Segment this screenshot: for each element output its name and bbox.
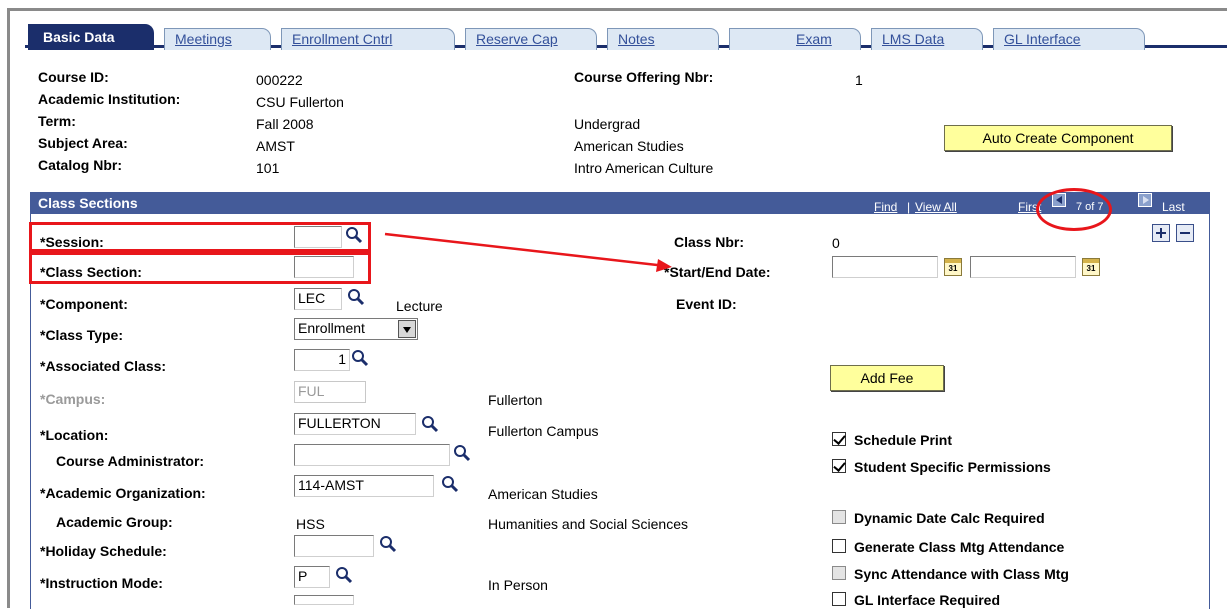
catalog-desc: Intro American Culture	[574, 160, 714, 176]
tab-reserve-cap[interactable]: Reserve Cap	[465, 28, 597, 50]
class-type-label: *Class Type:	[40, 327, 123, 343]
tab-bar: Basic Data Meetings Enrollment Cntrl Res…	[25, 24, 1227, 50]
component-desc: Lecture	[396, 298, 443, 314]
dynamic-date-calc-label: Dynamic Date Calc Required	[854, 510, 1045, 526]
student-specific-permissions-checkbox[interactable]	[832, 459, 846, 473]
auto-create-component-button[interactable]: Auto Create Component	[944, 125, 1172, 151]
class-sections-title: Class Sections	[38, 195, 138, 211]
subject-desc: American Studies	[574, 138, 684, 154]
student-specific-permissions-label: Student Specific Permissions	[854, 459, 1051, 475]
find-link[interactable]: Find	[874, 200, 897, 214]
generate-class-mtg-attendance-checkbox[interactable]	[832, 539, 846, 553]
location-input[interactable]: FULLERTON	[294, 413, 416, 435]
schedule-print-checkbox[interactable]	[832, 432, 846, 446]
instruction-mode-label: *Instruction Mode:	[40, 575, 163, 591]
tab-exam[interactable]: Exam	[729, 28, 861, 50]
subject-label: Subject Area:	[38, 135, 128, 151]
sync-attendance-label: Sync Attendance with Class Mtg	[854, 566, 1069, 582]
holiday-schedule-label: *Holiday Schedule:	[40, 543, 167, 559]
tab-meetings[interactable]: Meetings	[164, 28, 271, 50]
academic-organization-input[interactable]: 114-AMST	[294, 475, 434, 497]
class-sections-header: Class Sections Find | View All First 7 o…	[30, 192, 1210, 214]
end-date-calendar-icon[interactable]: 31	[1082, 258, 1100, 276]
class-type-select[interactable]: Enrollment	[294, 318, 418, 340]
event-id-label: Event ID:	[676, 296, 737, 312]
associated-class-label: *Associated Class:	[40, 358, 167, 374]
term-label: Term:	[38, 113, 76, 129]
campus-label: *Campus:	[40, 391, 106, 407]
row-count-highlight-circle	[1036, 188, 1112, 231]
career-value: Undergrad	[574, 116, 641, 132]
sync-attendance-checkbox	[832, 566, 846, 580]
component-input[interactable]: LEC	[294, 288, 342, 310]
start-date-input[interactable]	[832, 256, 938, 278]
schedule-print-label: Schedule Print	[854, 432, 953, 448]
tab-gl-interface[interactable]: GL Interface	[993, 28, 1145, 50]
course-id-label: Course ID:	[38, 69, 109, 85]
term-value: Fall 2008	[256, 116, 314, 132]
gl-interface-required-checkbox[interactable]	[832, 592, 846, 606]
tab-enrollment-cntrl[interactable]: Enrollment Cntrl	[281, 28, 455, 50]
course-offering-label: Course Offering Nbr:	[574, 69, 714, 85]
course-administrator-input[interactable]	[294, 444, 450, 466]
course-id-value: 000222	[256, 72, 303, 88]
campus-desc: Fullerton	[488, 392, 543, 408]
course-administrator-label: Course Administrator:	[56, 453, 205, 469]
tab-lms-data[interactable]: LMS Data	[871, 28, 983, 50]
component-lookup-icon[interactable]	[346, 287, 366, 307]
institution-value: CSU Fullerton	[256, 94, 344, 110]
nav-separator: |	[907, 200, 911, 214]
instruction-mode-input[interactable]: P	[294, 566, 330, 588]
session-highlight-box	[29, 222, 371, 252]
add-fee-button[interactable]: Add Fee	[830, 365, 944, 391]
add-row-icon[interactable]	[1152, 224, 1170, 242]
tab-basic-data[interactable]: Basic Data	[28, 24, 154, 50]
next-row-input[interactable]	[294, 595, 354, 605]
dropdown-arrow-icon[interactable]	[398, 320, 416, 338]
dynamic-date-calc-checkbox	[832, 510, 846, 524]
end-date-input[interactable]	[970, 256, 1076, 278]
class-type-value: Enrollment	[298, 320, 365, 336]
academic-organization-lookup-icon[interactable]	[440, 474, 460, 494]
next-arrow-icon[interactable]	[1138, 193, 1152, 207]
start-date-calendar-icon[interactable]: 31	[944, 258, 962, 276]
last-label: Last	[1162, 200, 1185, 214]
institution-label: Academic Institution:	[38, 91, 181, 107]
academic-organization-desc: American Studies	[488, 486, 598, 502]
annotation-arrow	[384, 232, 672, 272]
class-nbr-value: 0	[832, 235, 840, 251]
holiday-schedule-lookup-icon[interactable]	[378, 534, 398, 554]
location-lookup-icon[interactable]	[420, 414, 440, 434]
class-nbr-label: Class Nbr:	[674, 234, 745, 250]
delete-row-icon[interactable]	[1176, 224, 1194, 242]
gl-interface-required-label: GL Interface Required	[854, 592, 1001, 608]
catalog-value: 101	[256, 160, 280, 176]
location-label: *Location:	[40, 427, 109, 443]
associated-class-lookup-icon[interactable]	[350, 348, 370, 368]
class-section-highlight-box	[29, 252, 371, 284]
academic-group-label: Academic Group:	[56, 514, 173, 530]
course-offering-value: 1	[855, 72, 863, 88]
academic-organization-label: *Academic Organization:	[40, 485, 206, 501]
catalog-label: Catalog Nbr:	[38, 157, 122, 173]
tab-notes[interactable]: Notes	[607, 28, 719, 50]
subject-value: AMST	[256, 138, 295, 154]
course-administrator-lookup-icon[interactable]	[452, 443, 472, 463]
academic-group-value: HSS	[296, 516, 325, 532]
holiday-schedule-input[interactable]	[294, 535, 374, 557]
academic-group-desc: Humanities and Social Sciences	[488, 516, 688, 532]
campus-input: FUL	[294, 381, 366, 403]
associated-class-input[interactable]: 1	[294, 349, 350, 371]
view-all-link[interactable]: View All	[915, 200, 957, 214]
component-label: *Component:	[40, 296, 128, 312]
instruction-mode-lookup-icon[interactable]	[334, 565, 354, 585]
generate-class-mtg-attendance-label: Generate Class Mtg Attendance	[854, 539, 1065, 555]
instruction-mode-desc: In Person	[488, 577, 548, 593]
location-desc: Fullerton Campus	[488, 423, 599, 439]
